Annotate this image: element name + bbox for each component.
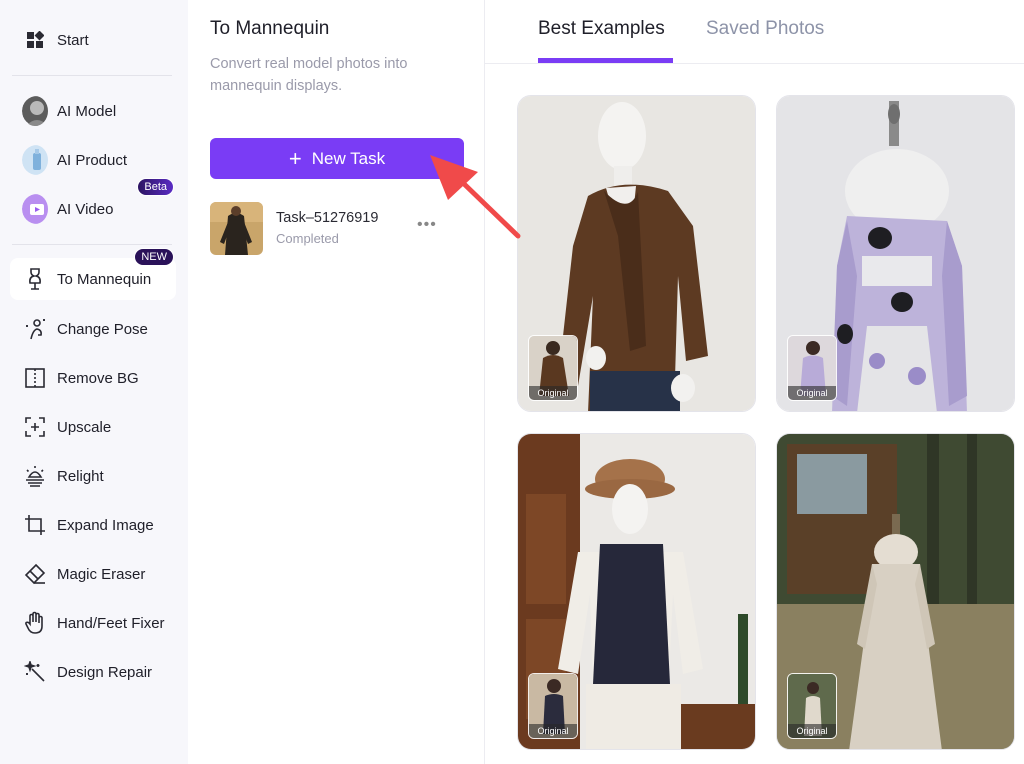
- hand-icon: [22, 610, 48, 636]
- original-thumbnail: Original: [787, 673, 837, 739]
- sidebar-item-label: Relight: [57, 467, 104, 485]
- sidebar-item-ai-video[interactable]: AI Video Beta: [10, 178, 176, 230]
- original-label: Original: [788, 724, 836, 738]
- sidebar-divider: [12, 244, 172, 245]
- grid-icon: [22, 27, 48, 53]
- ai-product-avatar: [22, 145, 48, 175]
- example-card[interactable]: Original: [517, 95, 756, 412]
- original-thumbnail: Original: [528, 673, 578, 739]
- ai-video-avatar: [22, 194, 48, 224]
- active-tab-indicator: [538, 58, 673, 63]
- sidebar-item-label: Change Pose: [57, 320, 148, 338]
- panel-description: Convert real model photos into mannequin…: [210, 56, 408, 94]
- sidebar-item-label: Remove BG: [57, 369, 139, 387]
- panel-title: To Mannequin: [210, 18, 330, 39]
- sidebar-item-change-pose[interactable]: Change Pose: [10, 308, 176, 350]
- mannequin-icon: [22, 266, 48, 292]
- sidebar-item-label: Expand Image: [57, 516, 154, 534]
- sidebar-item-ai-model[interactable]: AI Model: [10, 90, 176, 132]
- tab-best-examples[interactable]: Best Examples: [538, 18, 665, 40]
- original-label: Original: [529, 724, 577, 738]
- new-task-label: New Task: [311, 148, 386, 168]
- sidebar-divider: [12, 75, 172, 76]
- sidebar-item-label: AI Product: [57, 151, 128, 169]
- sidebar-item-design-repair[interactable]: Design Repair: [10, 651, 176, 693]
- change-pose-icon: [22, 316, 48, 342]
- sidebar: Start AI Model AI Product AI Video Beta: [0, 0, 188, 764]
- plus-icon: +: [288, 145, 302, 171]
- sidebar-item-label: Design Repair: [57, 663, 153, 681]
- relight-icon: [22, 463, 48, 489]
- main-content: Best Examples Saved Photos Original Orig…: [485, 0, 1024, 764]
- sidebar-item-start[interactable]: Start: [10, 19, 176, 61]
- original-thumbnail: Original: [787, 335, 837, 401]
- task-status: Completed: [276, 231, 339, 246]
- original-label: Original: [529, 386, 577, 400]
- example-card[interactable]: Original: [776, 433, 1015, 750]
- sidebar-item-ai-product[interactable]: AI Product: [10, 139, 176, 181]
- example-card[interactable]: Original: [776, 95, 1015, 412]
- sidebar-item-label: AI Video: [57, 200, 114, 218]
- original-label: Original: [788, 386, 836, 400]
- eraser-icon: [22, 561, 48, 587]
- new-badge: NEW: [134, 248, 174, 266]
- sidebar-item-expand-image[interactable]: Expand Image: [10, 504, 176, 546]
- sidebar-item-magic-eraser[interactable]: Magic Eraser: [10, 553, 176, 595]
- task-thumbnail: [210, 201, 263, 255]
- sidebar-item-to-mannequin[interactable]: To Mannequin NEW: [10, 248, 176, 300]
- remove-bg-icon: [22, 365, 48, 391]
- beta-badge: Beta: [137, 178, 174, 196]
- crop-expand-icon: [22, 512, 48, 538]
- sidebar-item-label: To Mannequin: [57, 270, 152, 288]
- upscale-icon: [22, 414, 48, 440]
- tab-saved-photos[interactable]: Saved Photos: [706, 18, 824, 40]
- task-item[interactable]: Task–51276919 Completed •••: [210, 200, 450, 256]
- sidebar-item-label: Magic Eraser: [57, 565, 146, 583]
- sidebar-item-label: Upscale: [57, 418, 112, 436]
- example-card[interactable]: Original: [517, 433, 756, 750]
- sidebar-item-label: Start: [57, 31, 89, 49]
- sidebar-item-remove-bg[interactable]: Remove BG: [10, 357, 176, 399]
- sidebar-item-label: Hand/Feet Fixer: [57, 614, 165, 632]
- magic-wand-icon: [22, 659, 48, 685]
- sidebar-item-upscale[interactable]: Upscale: [10, 406, 176, 448]
- annotation-arrow: [430, 155, 521, 239]
- task-name: Task–51276919: [276, 210, 379, 226]
- original-thumbnail: Original: [528, 335, 578, 401]
- task-panel: To Mannequin Convert real model photos i…: [188, 0, 485, 764]
- sidebar-item-relight[interactable]: Relight: [10, 455, 176, 497]
- ai-model-avatar: [22, 96, 48, 126]
- sidebar-item-label: AI Model: [57, 102, 117, 120]
- app-window: Start AI Model AI Product AI Video Beta: [0, 0, 1024, 764]
- sidebar-item-hand-feet-fixer[interactable]: Hand/Feet Fixer: [10, 602, 176, 644]
- tab-bar: Best Examples Saved Photos: [485, 0, 1024, 64]
